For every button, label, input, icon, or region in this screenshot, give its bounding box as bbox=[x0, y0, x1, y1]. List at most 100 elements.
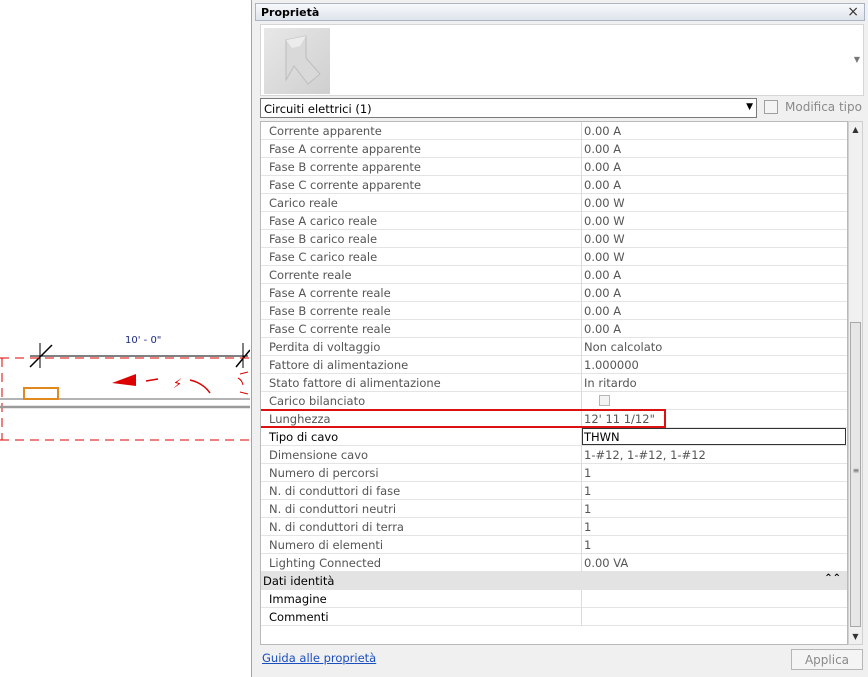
property-value: 0.00 W bbox=[584, 250, 625, 264]
property-row[interactable]: Fase C corrente apparente 0.00 A bbox=[261, 176, 847, 194]
column-divider bbox=[581, 536, 582, 554]
edit-type-label: Modifica tipo bbox=[785, 100, 862, 114]
property-value[interactable]: THWN bbox=[584, 430, 620, 444]
property-value: 1 bbox=[584, 520, 592, 534]
column-divider bbox=[581, 590, 582, 608]
property-name: Commenti bbox=[269, 610, 329, 624]
property-row[interactable]: Fase C carico reale 0.00 W bbox=[261, 248, 847, 266]
property-name: Fattore di alimentazione bbox=[269, 358, 409, 372]
column-divider bbox=[581, 158, 582, 176]
column-divider bbox=[581, 176, 582, 194]
property-row[interactable]: Fase B carico reale 0.00 W bbox=[261, 230, 847, 248]
property-name: Fase A corrente apparente bbox=[269, 142, 421, 156]
selector-value: Circuiti elettrici (1) bbox=[264, 102, 372, 116]
property-value: 12' 11 1/12" bbox=[584, 412, 655, 426]
property-row[interactable]: Numero di percorsi 1 bbox=[261, 464, 847, 482]
property-name: Fase A carico reale bbox=[269, 214, 378, 228]
column-divider bbox=[581, 230, 582, 248]
edit-type-icon bbox=[764, 100, 778, 114]
property-name: N. di conduttori di terra bbox=[269, 520, 404, 534]
property-name: Carico reale bbox=[269, 196, 338, 210]
property-row[interactable]: Commenti bbox=[261, 608, 847, 626]
drawing-canvas[interactable]: ⚡ 10' - 0" bbox=[0, 0, 250, 677]
property-row[interactable]: Numero di elementi 1 bbox=[261, 536, 847, 554]
column-divider bbox=[581, 464, 582, 482]
apply-button[interactable]: Applica bbox=[791, 649, 863, 670]
property-value: 1 bbox=[584, 538, 592, 552]
group-header-identity[interactable]: Dati identità ⌃⌃ bbox=[261, 572, 847, 590]
balanced-load-checkbox[interactable] bbox=[599, 395, 610, 406]
property-value: 0.00 W bbox=[584, 214, 625, 228]
property-row[interactable]: Fase B corrente reale 0.00 A bbox=[261, 302, 847, 320]
column-divider bbox=[581, 482, 582, 500]
chevron-down-icon[interactable]: ▼ bbox=[746, 102, 753, 112]
property-value: 0.00 W bbox=[584, 232, 625, 246]
property-value: 0.00 VA bbox=[584, 556, 629, 570]
property-name: Fase C corrente apparente bbox=[269, 178, 422, 192]
property-row[interactable]: Fase C corrente reale 0.00 A bbox=[261, 320, 847, 338]
preview-dropdown-icon[interactable]: ▼ bbox=[854, 55, 860, 64]
instance-type-selector[interactable]: Circuiti elettrici (1) ▼ bbox=[260, 98, 757, 118]
property-name: Corrente apparente bbox=[269, 124, 382, 138]
property-value: 0.00 A bbox=[584, 142, 622, 156]
circuit-arrow-arc bbox=[189, 379, 211, 394]
scroll-down-icon[interactable]: ▼ bbox=[849, 629, 862, 644]
edit-type-button[interactable]: Modifica tipo bbox=[764, 98, 864, 118]
type-thumbnail-image bbox=[264, 28, 330, 94]
property-row[interactable]: Perdita di voltaggio Non calcolato bbox=[261, 338, 847, 356]
property-row[interactable]: Lighting Connected 0.00 VA bbox=[261, 554, 847, 572]
property-name: Tipo di cavo bbox=[269, 430, 339, 444]
property-row-highlighted[interactable]: Lunghezza 12' 11 1/12" bbox=[261, 409, 847, 428]
palette-title-bar[interactable]: Proprietà × bbox=[255, 3, 865, 21]
vertical-scrollbar[interactable]: ▲ ≡ ▼ bbox=[848, 121, 863, 645]
property-row[interactable]: Carico bilanciato bbox=[261, 392, 847, 410]
property-row[interactable]: Dimensione cavo 1-#12, 1-#12, 1-#12 bbox=[261, 446, 847, 464]
property-row[interactable]: Fase A corrente reale 0.00 A bbox=[261, 284, 847, 302]
property-row[interactable]: N. di conduttori neutri 1 bbox=[261, 500, 847, 518]
column-divider bbox=[581, 122, 582, 140]
property-row[interactable]: Fase B corrente apparente 0.00 A bbox=[261, 158, 847, 176]
property-row-active[interactable]: Tipo di cavo THWN bbox=[261, 428, 847, 446]
property-name: N. di conduttori neutri bbox=[269, 502, 397, 516]
column-divider bbox=[581, 500, 582, 518]
property-row[interactable]: Fase A corrente apparente 0.00 A bbox=[261, 140, 847, 158]
property-row[interactable]: Carico reale 0.00 W bbox=[261, 194, 847, 212]
property-value: 0.00 A bbox=[584, 322, 622, 336]
property-value: 1 bbox=[584, 484, 592, 498]
column-divider bbox=[581, 392, 582, 410]
property-row[interactable]: Fase A carico reale 0.00 W bbox=[261, 212, 847, 230]
property-value: 0.00 A bbox=[584, 304, 622, 318]
property-row[interactable]: N. di conduttori di terra 1 bbox=[261, 518, 847, 536]
palette-title: Proprietà bbox=[261, 6, 320, 19]
column-divider bbox=[581, 320, 582, 338]
close-icon[interactable]: × bbox=[847, 4, 859, 20]
property-value: 1 bbox=[584, 466, 592, 480]
lighting-fixture bbox=[23, 387, 59, 400]
column-divider bbox=[581, 140, 582, 158]
column-divider bbox=[581, 518, 582, 536]
property-value: 0.00 A bbox=[584, 286, 622, 300]
property-row[interactable]: Fattore di alimentazione 1.000000 bbox=[261, 356, 847, 374]
family-preview-icon bbox=[285, 35, 321, 85]
property-name: Perdita di voltaggio bbox=[269, 340, 381, 354]
scroll-up-icon[interactable]: ▲ bbox=[849, 122, 862, 137]
scroll-thumb[interactable]: ≡ bbox=[850, 322, 861, 627]
property-row[interactable]: Stato fattore di alimentazione In ritardo bbox=[261, 374, 847, 392]
property-name: Immagine bbox=[269, 592, 327, 606]
column-divider bbox=[581, 194, 582, 212]
column-divider bbox=[581, 338, 582, 356]
property-row[interactable]: N. di conduttori di fase 1 bbox=[261, 482, 847, 500]
property-name: Numero di percorsi bbox=[269, 466, 379, 480]
group-label: Dati identità bbox=[263, 574, 335, 588]
property-value: 0.00 A bbox=[584, 160, 622, 174]
property-value: Non calcolato bbox=[584, 340, 663, 354]
property-row[interactable]: Corrente apparente 0.00 A bbox=[261, 122, 847, 140]
property-row[interactable]: Immagine bbox=[261, 590, 847, 608]
properties-help-link[interactable]: Guida alle proprietà bbox=[262, 651, 376, 665]
wire-type-field[interactable] bbox=[582, 428, 846, 445]
collapse-icon[interactable]: ⌃⌃ bbox=[824, 573, 841, 584]
column-divider bbox=[581, 374, 582, 392]
property-value: In ritardo bbox=[584, 376, 637, 390]
property-name: Fase B corrente reale bbox=[269, 304, 391, 318]
property-row[interactable]: Corrente reale 0.00 A bbox=[261, 266, 847, 284]
